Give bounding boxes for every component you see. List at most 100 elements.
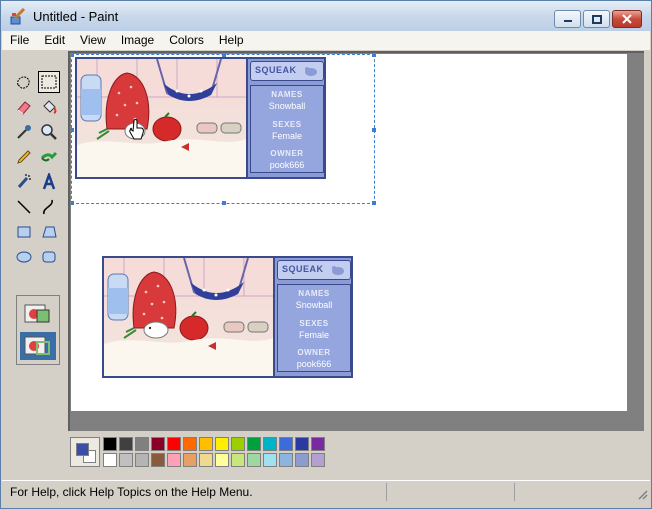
- airbrush-icon: [17, 174, 31, 188]
- menu-view[interactable]: View: [72, 31, 113, 50]
- selection-handle[interactable]: [222, 201, 226, 205]
- color-swatch[interactable]: [135, 437, 149, 451]
- name-label: NAMES: [298, 289, 330, 298]
- selection-marquee[interactable]: [71, 54, 376, 205]
- menu-edit[interactable]: Edit: [36, 31, 72, 50]
- paint-window: Untitled - Paint File Edit View Image Co…: [0, 0, 652, 509]
- eyedropper-icon: [17, 125, 31, 139]
- rectangle-select-icon: [41, 75, 57, 89]
- hamster-cage-scene: [104, 258, 273, 376]
- drawing-canvas[interactable]: SQUEAK NAMES Snowball SEXES Female OWNER…: [71, 54, 627, 411]
- pick-color-tool[interactable]: [13, 121, 35, 143]
- color-swatch[interactable]: [199, 437, 213, 451]
- minimize-icon: [563, 20, 572, 22]
- opaque-selection-option[interactable]: [20, 300, 56, 328]
- color-swatch[interactable]: [215, 453, 229, 467]
- color-swatch[interactable]: [119, 453, 133, 467]
- color-swatch[interactable]: [199, 453, 213, 467]
- color-swatch[interactable]: [263, 453, 277, 467]
- transparent-selection-option[interactable]: [20, 332, 56, 360]
- paint-app-icon[interactable]: [9, 7, 27, 26]
- color-swatch[interactable]: [183, 437, 197, 451]
- color-swatch[interactable]: [295, 453, 309, 467]
- minimize-button[interactable]: [554, 10, 581, 28]
- close-button[interactable]: [612, 10, 642, 28]
- text-tool[interactable]: [38, 171, 60, 193]
- color-swatch[interactable]: [247, 437, 261, 451]
- curve-tool[interactable]: [38, 196, 60, 218]
- selection-handle[interactable]: [222, 54, 226, 57]
- selection-handle[interactable]: [71, 54, 74, 57]
- color-swatch[interactable]: [103, 453, 117, 467]
- polygon-tool[interactable]: [38, 221, 60, 243]
- resize-grip-icon[interactable]: [636, 488, 648, 500]
- work-area: SQUEAK NAMES Snowball SEXES Female OWNER…: [2, 50, 650, 431]
- foreground-color[interactable]: [76, 443, 89, 456]
- color-swatch[interactable]: [103, 437, 117, 451]
- color-swatch[interactable]: [295, 437, 309, 451]
- airbrush-tool[interactable]: [13, 171, 35, 193]
- color-swatch[interactable]: [231, 453, 245, 467]
- owner-label: OWNER: [297, 348, 331, 357]
- status-cell-size: [514, 483, 642, 501]
- rectangle-icon: [17, 226, 31, 238]
- title-bar[interactable]: Untitled - Paint: [1, 1, 651, 31]
- color-swatch[interactable]: [247, 453, 261, 467]
- select-tool[interactable]: [38, 71, 60, 93]
- color-swatch[interactable]: [167, 437, 181, 451]
- color-swatch[interactable]: [311, 437, 325, 451]
- maximize-icon: [591, 14, 602, 24]
- selection-handle[interactable]: [372, 128, 376, 132]
- polygon-icon: [42, 226, 57, 238]
- maximize-button[interactable]: [583, 10, 610, 28]
- curve-icon: [43, 199, 53, 215]
- selection-handle[interactable]: [71, 201, 74, 205]
- window-title: Untitled - Paint: [33, 9, 119, 24]
- brush-tool[interactable]: [38, 146, 60, 168]
- color-swatch[interactable]: [279, 453, 293, 467]
- free-form-select-icon: [17, 76, 30, 89]
- selection-handle[interactable]: [71, 128, 74, 132]
- color-swatch[interactable]: [167, 453, 181, 467]
- color-swatch[interactable]: [231, 437, 245, 451]
- menu-file[interactable]: File: [2, 31, 36, 50]
- rectangle-tool[interactable]: [13, 221, 35, 243]
- menu-colors[interactable]: Colors: [161, 31, 211, 50]
- line-tool[interactable]: [13, 196, 35, 218]
- sex-label: SEXES: [299, 319, 329, 328]
- free-form-select-tool[interactable]: [13, 71, 35, 93]
- selection-handle[interactable]: [372, 54, 376, 57]
- rounded-rectangle-tool[interactable]: [38, 246, 60, 268]
- fill-with-color-tool[interactable]: [38, 96, 60, 118]
- pencil-tool[interactable]: [13, 146, 35, 168]
- current-colors[interactable]: [70, 437, 100, 467]
- color-swatch[interactable]: [215, 437, 229, 451]
- name-value: Snowball: [295, 300, 333, 310]
- ellipse-tool[interactable]: [13, 246, 35, 268]
- color-swatch[interactable]: [119, 437, 133, 451]
- opaque-selection-icon: [24, 304, 50, 323]
- color-swatch[interactable]: [263, 437, 277, 451]
- hamster-icon: [332, 266, 344, 275]
- menu-image[interactable]: Image: [113, 31, 161, 50]
- line-icon: [17, 200, 31, 214]
- rounded-rectangle-icon: [42, 251, 56, 263]
- color-swatch[interactable]: [135, 453, 149, 467]
- tool-options-panel: [16, 295, 60, 365]
- text-icon: [42, 173, 56, 190]
- status-cell-position: [386, 483, 514, 501]
- pet-info-panel: SQUEAK NAMES Snowball SEXES Female OWNER…: [273, 258, 351, 376]
- menu-help[interactable]: Help: [211, 31, 251, 50]
- color-swatch[interactable]: [279, 437, 293, 451]
- color-swatch[interactable]: [311, 453, 325, 467]
- color-swatch[interactable]: [151, 437, 165, 451]
- transparent-selection-icon: [24, 336, 50, 355]
- paint-bucket-icon: [43, 100, 57, 114]
- color-swatch[interactable]: [151, 453, 165, 467]
- color-swatch[interactable]: [183, 453, 197, 467]
- cage-illustration: [104, 258, 273, 376]
- eraser-tool[interactable]: [13, 96, 35, 118]
- pet-card-image: SQUEAK NAMES Snowball SEXES Female OWNER…: [102, 256, 353, 378]
- selection-handle[interactable]: [372, 201, 376, 205]
- magnifier-tool[interactable]: [38, 121, 60, 143]
